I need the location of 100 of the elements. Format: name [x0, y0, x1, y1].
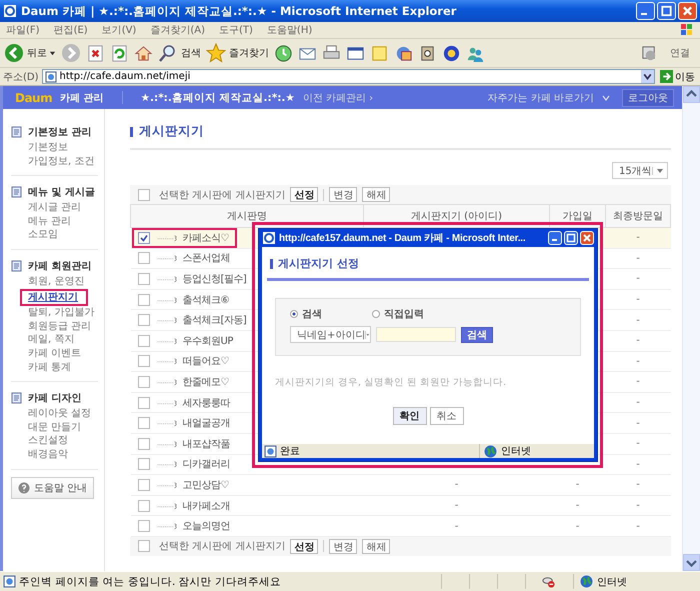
action-button[interactable]: 변경 [329, 187, 358, 202]
menu-item[interactable]: 도구(T) [219, 23, 253, 37]
row-checkbox[interactable] [138, 252, 150, 264]
help-button[interactable]: 도움말 안내 [11, 476, 94, 498]
action-button[interactable]: 해제 [362, 538, 390, 554]
note-icon[interactable] [370, 44, 389, 62]
table-cell: - [576, 520, 580, 532]
board-name: 내포샵작품 [182, 438, 230, 451]
row-checkbox[interactable] [138, 438, 150, 450]
search-button[interactable]: 검색 [158, 43, 201, 63]
go-button[interactable]: 이동 [658, 70, 697, 84]
board-name: 우수회원UP [182, 334, 233, 348]
board-name: 출석체크[자동] [182, 314, 246, 328]
row-checkbox[interactable] [138, 396, 150, 409]
radio-option[interactable]: 검색 [290, 307, 322, 321]
row-checkbox[interactable] [138, 417, 150, 430]
minimize-button[interactable] [636, 2, 655, 20]
row-checkbox[interactable] [138, 478, 150, 491]
per-page-select[interactable]: 15개씩 [612, 162, 668, 179]
logout-button[interactable]: 로그아웃 [622, 88, 674, 106]
scrollbar[interactable] [682, 86, 700, 571]
links-label[interactable]: 연결 [670, 46, 690, 60]
tree-branch-icon [156, 376, 178, 387]
maximize-button[interactable] [564, 231, 578, 245]
caret-icon[interactable] [49, 50, 56, 56]
row-checkbox[interactable] [138, 314, 150, 326]
sidebar-item[interactable]: 스킨설정 [11, 434, 68, 448]
sidebar-section-title: 메뉴 및 게시글 [28, 186, 95, 200]
forward-button[interactable] [61, 43, 81, 63]
sidebar-item[interactable]: 탈퇴, 가입불가 [11, 306, 94, 320]
sidebar-item[interactable]: 게시판지기 [20, 288, 88, 306]
gear-icon[interactable] [442, 44, 461, 62]
table-cell: - [636, 397, 640, 408]
sidebar-item[interactable]: 카페 이벤트 [11, 346, 82, 361]
sidebar-item[interactable]: 소모임 [11, 228, 58, 242]
menu-item[interactable]: 편집(E) [54, 23, 88, 37]
board-name: 등업신청[필수] [182, 272, 246, 286]
history-icon[interactable] [274, 44, 293, 62]
stop-icon[interactable] [86, 44, 105, 62]
table-cell: - [636, 438, 640, 450]
row-checkbox[interactable] [138, 376, 150, 388]
sidebar-item[interactable]: 대문 만들기 [11, 420, 82, 434]
sidebar-item[interactable]: 회원등급 관리 [11, 320, 92, 334]
search-button[interactable]: 검색 [461, 326, 493, 342]
row-checkbox[interactable] [138, 334, 150, 347]
tree-branch-icon [156, 336, 178, 346]
maximize-button[interactable] [657, 2, 676, 20]
sidebar-item[interactable]: 회원, 운영진 [11, 274, 84, 289]
confirm-button[interactable]: 확인 [392, 407, 426, 425]
favorite-cafes-link[interactable]: 자주가는 카페 바로가기 [488, 90, 594, 104]
sidebar-item[interactable]: 메뉴 관리 [11, 214, 72, 228]
checkbox[interactable] [138, 540, 150, 552]
row-checkbox[interactable] [138, 272, 150, 285]
row-checkbox[interactable] [138, 520, 150, 532]
board-name: 스폰서업체 [182, 252, 230, 266]
previous-admin-link[interactable]: 이전 카페관리 › [302, 90, 374, 104]
menu-item[interactable]: 보기(V) [102, 23, 136, 37]
menu-item[interactable]: 도움말(H) [266, 23, 312, 37]
section-icon [11, 260, 23, 272]
action-button[interactable]: 선정 [290, 187, 318, 202]
cafe-name[interactable]: ★.:*:.홈페이지 제작교실.:*:.★ [140, 90, 295, 104]
checkbox[interactable] [138, 188, 150, 200]
search-type-select[interactable]: 닉네임+아이디 [290, 326, 371, 343]
globe-icon [484, 444, 497, 458]
sidebar-item[interactable]: 가입정보, 조건 [11, 154, 94, 168]
column-header: 게시판명 [130, 204, 364, 228]
row-checkbox[interactable] [138, 294, 150, 306]
search-field[interactable] [376, 327, 456, 342]
address-field[interactable]: http://cafe.daum.net/imeji [42, 69, 655, 84]
row-checkbox[interactable] [138, 232, 150, 244]
sidebar-item[interactable]: 기본정보 [11, 141, 68, 155]
daum-logo[interactable]: Daum [15, 90, 52, 104]
favorites-button[interactable]: 즐겨찾기 [206, 43, 269, 63]
close-icon [681, 5, 694, 17]
minimize-button[interactable] [548, 231, 562, 245]
sidebar-item[interactable]: 레이아웃 설정 [11, 407, 92, 421]
cancel-button[interactable]: 취소 [430, 407, 464, 425]
row-checkbox[interactable] [138, 500, 150, 512]
menu-item[interactable]: 즐겨찾기(A) [150, 23, 205, 37]
row-checkbox[interactable] [138, 355, 150, 368]
action-button[interactable]: 선정 [290, 538, 318, 554]
section-icon [11, 186, 23, 198]
star-icon [206, 43, 226, 63]
action-button[interactable]: 변경 [329, 538, 358, 554]
note-text: 게시판지기의 경우, 실명확인 된 회원만 가능합니다. [275, 376, 508, 389]
close-button[interactable] [580, 231, 594, 245]
sidebar-item[interactable]: 메일, 쪽지 [11, 333, 74, 347]
sidebar-item[interactable]: 카페 통계 [11, 360, 72, 374]
row-checkbox[interactable] [138, 458, 150, 470]
home-icon[interactable] [134, 44, 153, 62]
menu-item[interactable]: 파일(F) [6, 23, 40, 37]
action-button[interactable]: 해제 [362, 187, 390, 202]
radio-option[interactable]: 직접입력 [372, 307, 424, 321]
close-button[interactable] [678, 2, 697, 20]
sidebar-item[interactable]: 게시글 관리 [11, 201, 82, 215]
back-button[interactable]: 뒤로 [4, 43, 47, 63]
refresh-icon[interactable] [110, 44, 129, 62]
sidebar-item[interactable]: 배경음악 [11, 448, 68, 462]
table-cell: - [454, 500, 458, 512]
tree-branch-icon [156, 521, 178, 532]
